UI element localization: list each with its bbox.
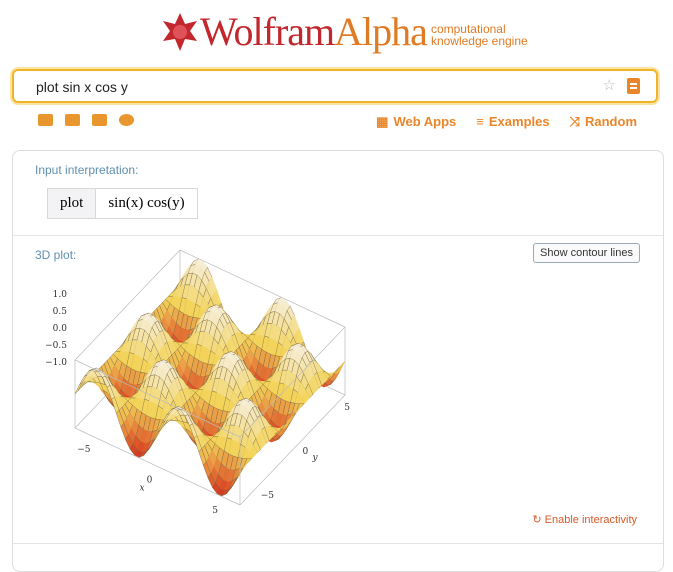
divider — [13, 543, 663, 544]
table-icon[interactable] — [92, 114, 107, 126]
input-interpretation: plot sin(x) cos(y) — [47, 188, 198, 219]
input-tools — [38, 114, 134, 126]
logo-tagline: computational knowledge engine — [430, 21, 528, 48]
divider — [13, 235, 663, 236]
shuffle-icon: ⤨ — [569, 114, 580, 129]
wolframalpha-logo[interactable]: Wolfram Alpha computational knowledge engi… — [160, 8, 528, 55]
top-nav: ▦ Web Apps ≡ Examples ⤨ Random — [376, 114, 637, 130]
star-icon[interactable]: ☆ — [603, 76, 616, 94]
examples-link[interactable]: ≡ Examples — [476, 114, 549, 130]
random-link[interactable]: ⤨ Random — [570, 114, 637, 130]
show-contour-lines-button[interactable]: Show contour lines — [533, 243, 640, 263]
search-input[interactable] — [34, 78, 598, 96]
logo-alpha: Alpha — [334, 9, 428, 54]
image-upload-icon[interactable] — [65, 114, 80, 126]
logo-wolfram: Wolfram — [200, 9, 335, 54]
spikey-icon — [163, 12, 197, 51]
enable-interactivity-link[interactable]: ↻ Enable interactivity — [532, 513, 637, 526]
grid-icon: ▦ — [376, 114, 389, 129]
input-pod-title: Input interpretation: — [35, 163, 139, 177]
plot-pod-title: 3D plot: — [35, 248, 77, 262]
language-icon[interactable] — [119, 114, 134, 126]
keyboard-icon[interactable] — [38, 114, 53, 126]
web-apps-link[interactable]: ▦ Web Apps — [376, 114, 456, 130]
interactivity-icon: ↻ — [532, 514, 545, 526]
compute-button[interactable] — [627, 78, 640, 94]
search-box: ☆ — [12, 69, 658, 103]
interp-keyword: plot — [48, 189, 97, 218]
results-card: Input interpretation: plot sin(x) cos(y)… — [12, 150, 664, 572]
list-icon: ≡ — [476, 114, 484, 129]
interp-expression: sin(x) cos(y) — [108, 195, 185, 211]
